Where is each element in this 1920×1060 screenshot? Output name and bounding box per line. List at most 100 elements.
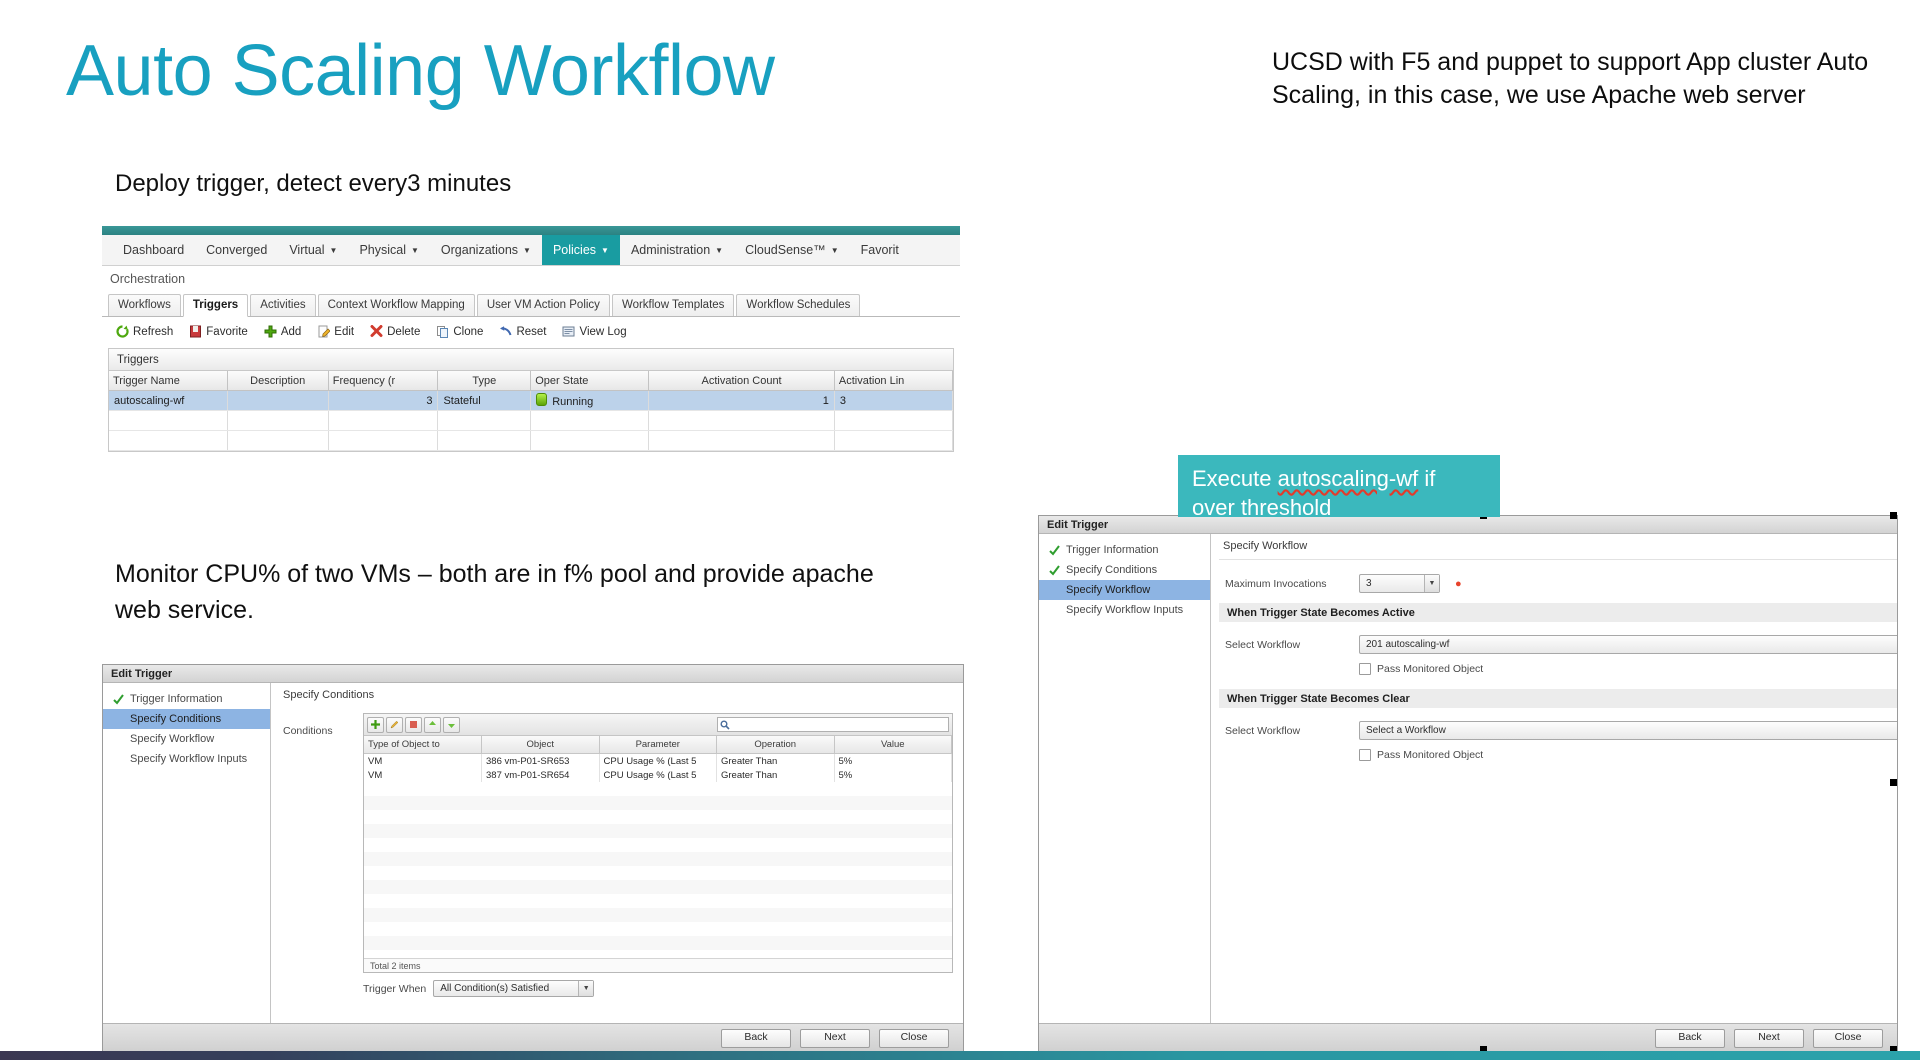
back-button[interactable]: Back [721,1029,791,1048]
selection-handle-top-right[interactable] [1890,512,1897,519]
trigger-when-label: Trigger When [363,982,427,995]
pass-monitored-object-checkbox[interactable] [1359,749,1371,761]
menu-item-physical[interactable]: Physical ▼ [348,235,429,265]
pass-monitored-object-checkbox[interactable] [1359,663,1371,675]
menu-item-organizations[interactable]: Organizations ▼ [430,235,542,265]
active-workflow-select[interactable]: 201 autoscaling-wf ▼ [1359,635,1897,654]
add-button[interactable]: Add [258,323,307,340]
wizard-steps[interactable]: Trigger Information Specify Conditions S… [103,683,271,1043]
chevron-down-icon[interactable]: ▼ [1424,575,1439,592]
back-button[interactable]: Back [1655,1029,1725,1048]
reset-button[interactable]: Reset [493,323,552,340]
column-header-trigger-name[interactable]: Trigger Name [109,371,228,391]
tab-context-workflow-mapping[interactable]: Context Workflow Mapping [317,294,475,316]
delete-condition-button[interactable] [405,716,422,733]
column-header-type-of-object[interactable]: Type of Object to [364,736,482,754]
next-button[interactable]: Next [800,1029,870,1048]
caption-monitor-cpu: Monitor CPU% of two VMs – both are in f%… [115,560,874,624]
required-marker-icon: ● [1455,577,1462,590]
tab-triggers[interactable]: Triggers [182,294,249,317]
cell-type: Stateful [437,390,532,411]
column-header-activation-count[interactable]: Activation Count [648,371,835,391]
tab-user-vm-action-policy[interactable]: User VM Action Policy [476,294,610,316]
clear-workflow-select[interactable]: Select a Workflow ▼ [1359,721,1897,740]
wizard-step-specify-workflow[interactable]: Specify Workflow [103,729,270,749]
wizard-step-trigger-information[interactable]: Trigger Information [1039,540,1210,560]
divider [1219,559,1897,560]
column-header-type[interactable]: Type [437,371,532,391]
pass-monitored-object-active-row[interactable]: Pass Monitored Object [1211,663,1897,675]
edit-button[interactable]: Edit [311,323,360,340]
cell-empty [109,410,228,431]
view-log-icon [562,325,575,338]
menu-item-cloudsense[interactable]: CloudSense™ ▼ [734,235,850,265]
maximum-invocations-row: Maximum Invocations 3 ▼ ● [1211,574,1897,593]
next-button[interactable]: Next [1734,1029,1804,1048]
move-up-button[interactable] [424,716,441,733]
step-label: Trigger Information [1066,544,1159,556]
clone-button[interactable]: Clone [430,323,489,340]
callout-line1-emphasis: autoscaling-wf [1277,466,1419,491]
chevron-down-icon: ▼ [715,245,724,255]
triggers-grid[interactable]: Trigger Name Description Frequency (r Ty… [108,370,954,452]
close-button[interactable]: Close [1813,1029,1883,1048]
wizard-step-trigger-information[interactable]: Trigger Information [103,689,270,709]
table-row[interactable]: VM 386 vm-P01-SR653 CPU Usage % (Last 5 … [364,753,952,768]
edit-condition-button[interactable] [386,716,403,733]
checkbox-label: Pass Monitored Object [1377,749,1484,761]
column-header-parameter[interactable]: Parameter [599,736,717,754]
close-button[interactable]: Close [879,1029,949,1048]
grid-toolbar[interactable]: Refresh Favorite Add Edit Delete Clone R… [102,317,960,346]
table-row[interactable] [109,410,954,431]
main-menu-bar[interactable]: Dashboard Converged Virtual ▼ Physical ▼… [102,235,960,266]
column-header-value[interactable]: Value [834,736,952,754]
selection-handle-right[interactable] [1890,779,1897,786]
edit-icon [390,720,399,729]
column-header-oper-state[interactable]: Oper State [530,371,650,391]
column-header-description[interactable]: Description [227,371,329,391]
menu-label: Physical [359,243,406,257]
column-header-frequency[interactable]: Frequency (r [328,371,439,391]
wizard-step-specify-workflow-inputs[interactable]: Specify Workflow Inputs [103,749,270,769]
search-input[interactable] [717,717,949,732]
conditions-grid-toolbar[interactable] [364,714,952,736]
refresh-button[interactable]: Refresh [110,323,179,340]
ucsd-triggers-screenshot: Dashboard Converged Virtual ▼ Physical ▼… [102,226,960,456]
tab-workflows[interactable]: Workflows [108,294,181,316]
tab-strip[interactable]: Workflows Triggers Activities Context Wo… [102,291,960,317]
wizard-steps[interactable]: Trigger Information Specify Conditions S… [1039,534,1211,1043]
menu-item-virtual[interactable]: Virtual ▼ [278,235,348,265]
table-row[interactable]: VM 387 vm-P01-SR654 CPU Usage % (Last 5 … [364,768,952,782]
menu-item-administration[interactable]: Administration ▼ [620,235,734,265]
menu-item-favorites[interactable]: Favorit [850,235,910,265]
conditions-grid[interactable]: Type of Object to Object Parameter Opera… [363,713,953,973]
menu-item-dashboard[interactable]: Dashboard [112,235,195,265]
pass-monitored-object-clear-row[interactable]: Pass Monitored Object [1211,749,1897,761]
column-header-activation-limit[interactable]: Activation Lin [834,371,954,391]
trigger-when-select[interactable]: All Condition(s) Satisfied ▼ [433,980,595,997]
wizard-step-specify-conditions[interactable]: Specify Conditions [103,709,270,729]
tab-workflow-schedules[interactable]: Workflow Schedules [736,294,861,316]
chevron-down-icon[interactable]: ▼ [578,981,594,996]
chevron-down-icon: ▼ [329,245,338,255]
add-condition-button[interactable] [367,716,384,733]
maximum-invocations-select[interactable]: 3 ▼ [1359,574,1440,593]
menu-item-converged[interactable]: Converged [195,235,278,265]
wizard-step-specify-conditions[interactable]: Specify Conditions [1039,560,1210,580]
delete-button[interactable]: Delete [364,323,426,340]
delete-icon [410,721,417,728]
column-header-object[interactable]: Object [481,736,600,754]
table-row[interactable] [109,430,954,451]
tab-activities[interactable]: Activities [250,294,316,316]
menu-item-policies[interactable]: Policies ▼ [541,235,620,265]
column-header-operation[interactable]: Operation [716,736,835,754]
favorite-button[interactable]: Favorite [183,323,254,340]
move-down-button[interactable] [443,716,460,733]
wizard-step-specify-workflow[interactable]: Specify Workflow [1039,580,1210,600]
view-log-button[interactable]: View Log [556,323,632,340]
table-row[interactable]: autoscaling-wf 3 Stateful Running 1 3 [109,390,954,411]
wizard-step-specify-workflow-inputs[interactable]: Specify Workflow Inputs [1039,600,1210,620]
tab-workflow-templates[interactable]: Workflow Templates [611,294,735,316]
slide-canvas: Auto Scaling Workflow UCSD with F5 and p… [0,0,1920,1060]
grid-footer: Total 2 items [364,958,952,972]
